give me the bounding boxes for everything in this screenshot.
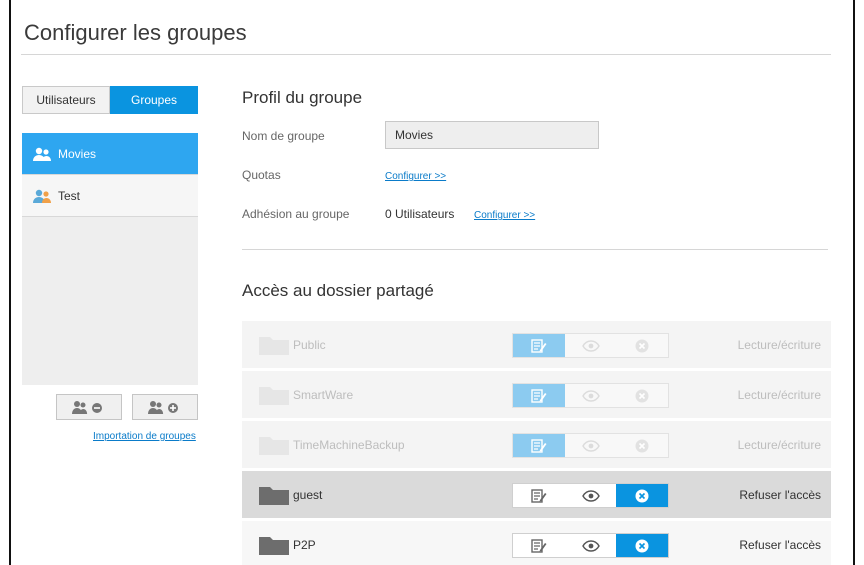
tab-groups[interactable]: Groupes [110,86,198,114]
group-list: Movies Test [22,133,198,385]
app-window: Configurer les groupes Utilisateurs Grou… [9,0,855,565]
read-only-option[interactable] [565,434,617,457]
access-status: Lecture/écriture [737,437,821,452]
group-item-test[interactable]: Test [22,175,198,217]
share-name: P2P [293,537,316,552]
membership-value: 0 Utilisateurs [385,207,455,221]
eye-icon [581,389,600,402]
profile-heading: Profil du groupe [242,88,363,107]
eye-icon [581,489,600,502]
share-name: Public [293,337,326,352]
group-name-label: Nom de groupe [242,129,325,143]
share-row-p2p: P2P Refuser l'accès [242,521,831,565]
share-row-smartware: SmartWare Lecture/écriture [242,371,831,418]
folder-icon [259,486,289,505]
access-toggle [512,383,669,408]
section-divider [242,249,828,250]
sidebar-tabs: Utilisateurs Groupes [22,86,198,114]
read-only-option[interactable] [565,384,617,407]
access-status: Lecture/écriture [737,337,821,352]
eye-icon [581,439,600,452]
group-item-label: Movies [58,146,97,161]
deny-option[interactable] [616,534,669,557]
share-row-public: Public Lecture/écriture [242,321,831,368]
edit-icon [531,488,547,503]
deny-icon [635,439,649,452]
deny-icon [635,489,649,502]
import-groups-link[interactable]: Importation de groupes [93,431,196,442]
group-actions [56,394,198,420]
group-item-label: Test [58,188,81,203]
edit-icon [531,438,547,453]
quotas-label: Quotas [242,168,281,182]
edit-icon [531,388,547,403]
share-row-timemachinebackup: TimeMachineBackup Lecture/écriture [242,421,831,468]
read-write-option[interactable] [513,484,565,507]
share-name: SmartWare [293,387,354,402]
deny-option[interactable] [616,434,668,457]
deny-option[interactable] [616,384,668,407]
access-status: Refuser l'accès [739,537,821,552]
edit-icon [531,538,547,553]
access-toggle [512,483,669,508]
read-write-option[interactable] [513,434,565,457]
read-only-option[interactable] [565,334,617,357]
folder-icon [259,436,289,455]
group-item-movies[interactable]: Movies [22,133,198,175]
read-write-option[interactable] [513,534,565,557]
page-title: Configurer les groupes [24,20,247,45]
access-toggle [512,533,669,558]
membership-configure-link[interactable]: Configurer >> [474,210,535,221]
share-name: guest [293,487,323,502]
read-write-option[interactable] [513,334,565,357]
group-name-input[interactable] [385,121,599,149]
read-write-option[interactable] [513,384,565,407]
read-only-option[interactable] [565,484,617,507]
access-status: Lecture/écriture [737,387,821,402]
add-group-button[interactable] [132,394,198,420]
deny-icon [635,389,649,402]
edit-icon [531,338,547,353]
share-name: TimeMachineBackup [293,437,405,452]
share-row-guest: guest Refuser l'accès [242,471,831,518]
eye-icon [581,339,600,352]
title-divider [21,54,831,55]
group-icon [33,189,51,203]
shares-heading: Accès au dossier partagé [242,281,434,300]
group-remove-icon [72,401,102,414]
membership-label: Adhésion au groupe [242,207,350,221]
tab-users[interactable]: Utilisateurs [22,86,110,114]
deny-icon [635,339,649,352]
access-status: Refuser l'accès [739,487,821,502]
group-add-icon [148,401,178,414]
folder-icon [259,336,289,355]
deny-icon [635,539,649,552]
deny-option[interactable] [616,334,668,357]
deny-option[interactable] [616,484,669,507]
remove-group-button[interactable] [56,394,122,420]
read-only-option[interactable] [565,534,617,557]
folder-icon [259,536,289,555]
access-toggle [512,433,669,458]
quotas-configure-link[interactable]: Configurer >> [385,171,446,182]
access-toggle [512,333,669,358]
group-icon [33,147,51,161]
folder-icon [259,386,289,405]
eye-icon [581,539,600,552]
